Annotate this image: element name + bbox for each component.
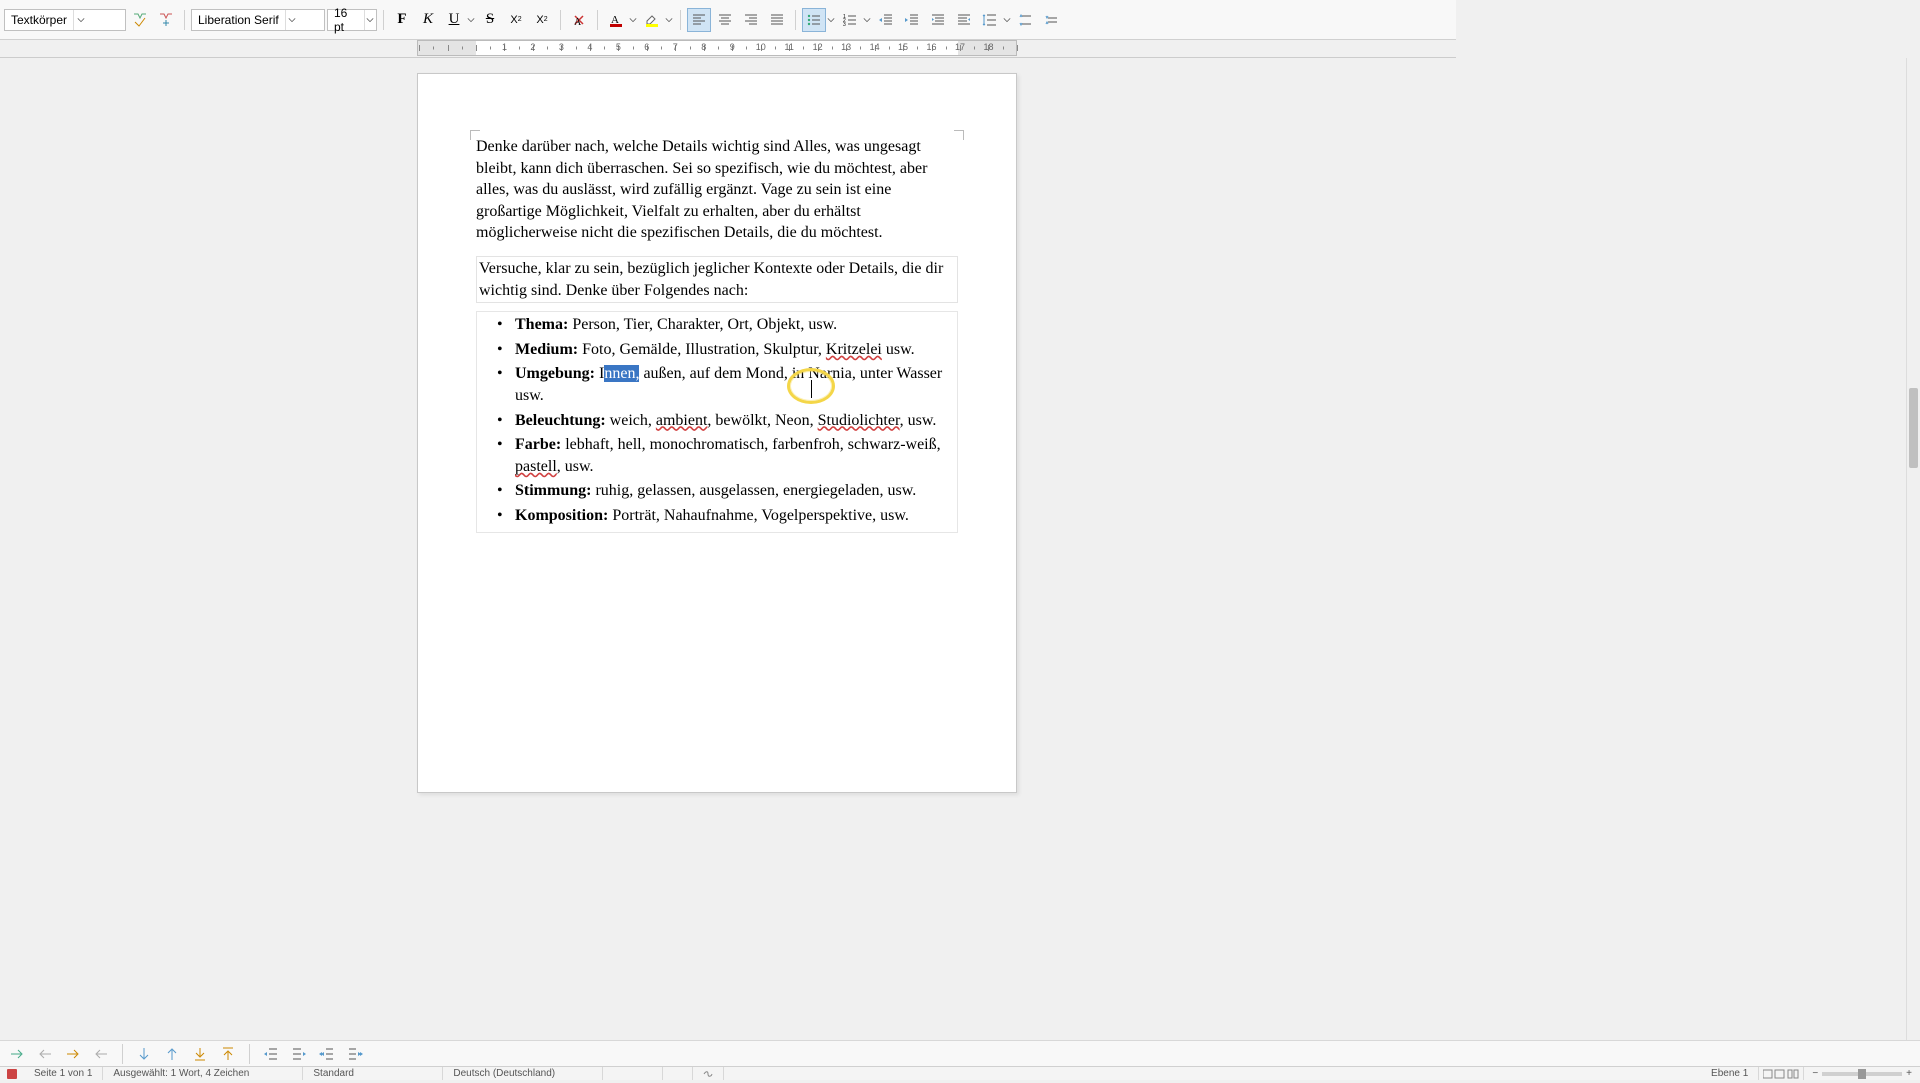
scrollbar-thumb[interactable] [1909,388,1918,468]
zoom-slider[interactable] [1822,1072,1902,1076]
underline-button[interactable]: U [442,8,466,32]
paragraph-spacing-inc-button[interactable] [1014,8,1038,32]
document-area[interactable]: Denke darüber nach, welche Details wicht… [0,58,1906,1040]
text-selection: nnen, [604,365,639,382]
list-item: Farbe: lebhaft, hell, monochromatisch, f… [501,434,955,477]
demote-icon[interactable] [288,1043,310,1065]
strikethrough-button[interactable]: S [478,8,502,32]
chevron-down-icon[interactable] [862,8,872,32]
arrow-up-bar-icon[interactable] [217,1043,239,1065]
list-item: Thema: Person, Tier, Charakter, Ort, Obj… [501,314,955,336]
highlight-color-button[interactable] [640,8,664,32]
status-bar: Seite 1 von 1 Ausgewählt: 1 Wort, 4 Zeic… [0,1066,1920,1080]
paragraph-style-combo[interactable]: Textkörper [4,9,126,31]
chevron-down-icon[interactable] [1002,8,1012,32]
subscript-button[interactable]: X2 [530,8,554,32]
chevron-down-icon[interactable] [826,8,836,32]
increase-indent-button[interactable] [926,8,950,32]
font-size-value: 16 pt [328,6,364,34]
align-center-button[interactable] [713,8,737,32]
page-style-status[interactable]: Standard [303,1067,443,1080]
promote-all-icon[interactable] [316,1043,338,1065]
list-item: Komposition: Porträt, Nahaufnahme, Vogel… [501,505,955,527]
paragraph-style-value: Textkörper [5,13,73,27]
italic-button[interactable]: K [416,8,440,32]
back-link-icon[interactable] [90,1043,112,1065]
formatting-toolbar: Textkörper Liberation Serif 16 pt F K U … [0,0,1456,40]
svg-text:A: A [574,17,582,28]
new-style-button[interactable] [154,8,178,32]
align-left-button[interactable] [687,8,711,32]
align-justify-button[interactable] [765,8,789,32]
paragraph[interactable]: Versuche, klar zu sein, bezüglich jeglic… [476,256,958,303]
page-status[interactable]: Seite 1 von 1 [24,1067,103,1080]
outdent-button[interactable] [874,8,898,32]
font-color-button[interactable]: A [604,8,628,32]
bold-button[interactable]: F [390,8,414,32]
bullet-list-button[interactable] [802,8,826,32]
decrease-indent-button[interactable] [952,8,976,32]
paragraph[interactable]: Denke darüber nach, welche Details wicht… [476,136,958,244]
numbered-list-button[interactable]: 123 [838,8,862,32]
save-status-icon[interactable] [6,1068,18,1080]
insert-mode-status[interactable] [603,1067,663,1080]
list-item: Stimmung: ruhig, gelassen, ausgelassen, … [501,480,955,502]
zoom-in-button[interactable]: + [1906,1068,1912,1079]
list-item: Umgebung: Innen, außen, auf dem Mond, in… [501,363,955,406]
zoom-controls: − + [1804,1068,1920,1079]
horizontal-ruler[interactable]: 123456789101112131415161718 [417,40,1017,56]
signature-status[interactable] [693,1067,724,1080]
paragraph-spacing-dec-button[interactable] [1040,8,1064,32]
ruler-area: 123456789101112131415161718 [0,40,1456,58]
bullet-list[interactable]: Thema: Person, Tier, Charakter, Ort, Obj… [476,311,958,532]
arrow-down-icon[interactable] [133,1043,155,1065]
line-spacing-button[interactable] [978,8,1002,32]
navigation-toolbar [0,1040,1920,1066]
selection-mode-status[interactable] [663,1067,693,1080]
chevron-down-icon[interactable] [285,10,299,30]
demote-all-icon[interactable] [344,1043,366,1065]
text-caret [811,380,812,398]
ruler-ticks: 123456789101112131415161718 [418,41,1016,55]
language-status[interactable]: Deutsch (Deutschland) [443,1067,603,1080]
chevron-down-icon[interactable] [364,10,376,30]
align-right-button[interactable] [739,8,763,32]
arrow-down-bar-icon[interactable] [189,1043,211,1065]
chevron-down-icon[interactable] [73,10,87,30]
view-layout-buttons[interactable] [1759,1067,1804,1080]
selection-status[interactable]: Ausgewählt: 1 Wort, 4 Zeichen [103,1067,303,1080]
vertical-scrollbar[interactable] [1906,58,1920,1040]
update-style-button[interactable] [128,8,152,32]
list-item: Medium: Foto, Gemälde, Illustration, Sku… [501,339,955,361]
font-name-value: Liberation Serif [192,13,285,27]
page[interactable]: Denke darüber nach, welche Details wicht… [417,73,1017,793]
chevron-down-icon[interactable] [664,8,674,32]
indent-button[interactable] [900,8,924,32]
clear-formatting-button[interactable]: A [567,8,591,32]
arrow-up-icon[interactable] [161,1043,183,1065]
promote-icon[interactable] [260,1043,282,1065]
forward-arrow-icon[interactable] [6,1043,28,1065]
zoom-out-button[interactable]: − [1812,1068,1818,1079]
font-name-combo[interactable]: Liberation Serif [191,9,325,31]
list-item: Beleuchtung: weich, ambient, bewölkt, Ne… [501,410,955,432]
chevron-down-icon[interactable] [466,8,476,32]
superscript-button[interactable]: X2 [504,8,528,32]
chevron-down-icon[interactable] [628,8,638,32]
svg-text:3: 3 [843,22,846,28]
font-size-combo[interactable]: 16 pt [327,9,377,31]
forward-link-icon[interactable] [62,1043,84,1065]
outline-status[interactable]: Ebene 1 [1701,1067,1759,1080]
back-arrow-icon[interactable] [34,1043,56,1065]
